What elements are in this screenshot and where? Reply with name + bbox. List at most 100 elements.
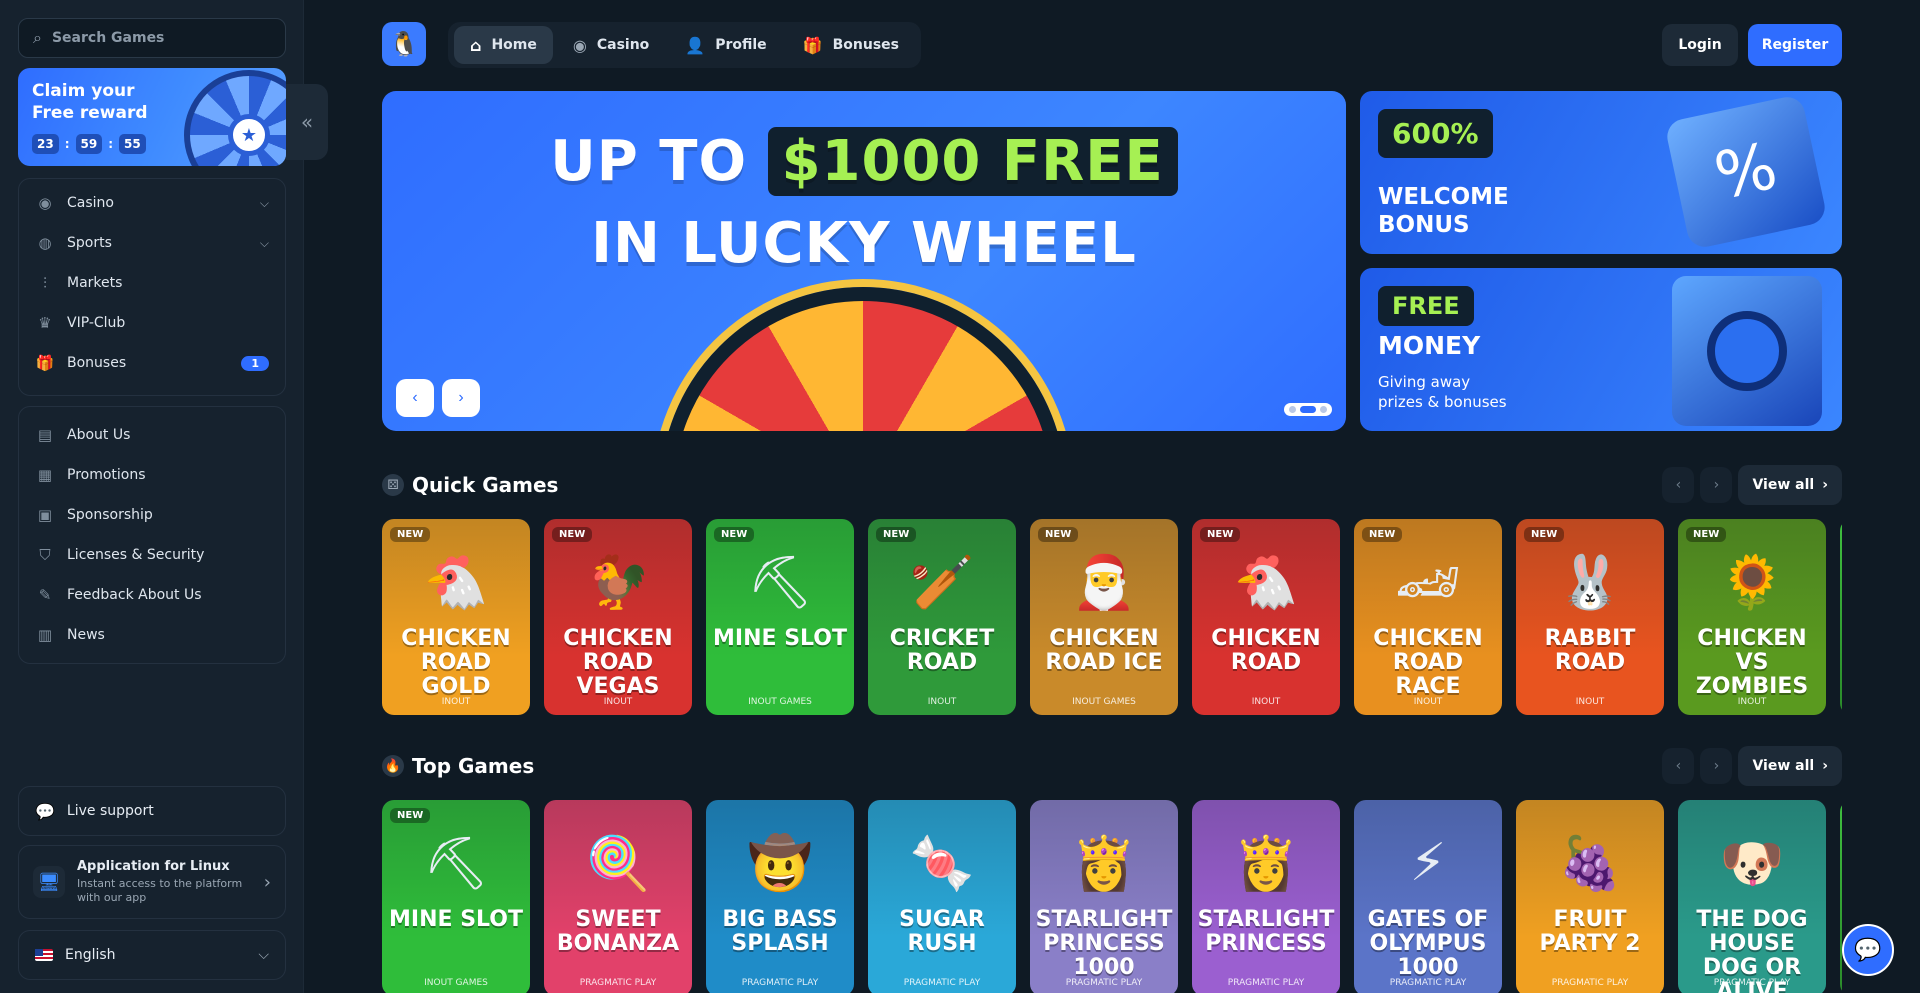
nav-secondary: ▤ About Us ▦ Promotions ▣ Sponsorship ⛉ License… [18, 406, 286, 664]
logo-icon[interactable]: 🐧 [382, 22, 426, 66]
bonuses-icon: 🎁 [802, 35, 823, 55]
nav-primary: ◉ Casino ⌵ ◍ Sports ⌵ ⫶ Markets ♛ VIP-Club 🎁 Bonuse… [18, 178, 286, 396]
game-card[interactable]: 👸 STARLIGHT PRINCESS 1000 PRAGMATIC PLAY [1030, 800, 1178, 993]
game-card[interactable]: NEW 🐔 CHICKEN ROAD GOLD INOUT [382, 519, 530, 715]
claim-reward-banner[interactable]: Claim your Free reward 23 : 59 : 55 ★ [18, 68, 286, 166]
quick-games-view-all[interactable]: View all › [1738, 465, 1842, 505]
tab-bonuses[interactable]: 🎁 Bonuses [787, 26, 915, 64]
game-card[interactable]: NEW 🏏 CRICKET ROAD INOUT [868, 519, 1016, 715]
sidebar-item-label: Casino [67, 195, 114, 211]
sidebar-item-bonuses[interactable]: 🎁 Bonuses 1 [19, 343, 285, 383]
hero-banner[interactable]: UP TO $1000 FREE IN LUCKY WHEEL ‹ › [382, 91, 1346, 431]
safe-icon [1672, 276, 1822, 426]
search-box[interactable]: ⌕ [18, 18, 286, 58]
reward-title: Claim your Free reward [32, 81, 148, 123]
top-games-row: NEW ⛏ MINE SLOT INOUT GAMES 🍭 SWEET BONANZA PR… [382, 800, 1842, 993]
game-card-partial[interactable] [1840, 800, 1842, 993]
sidebar-item-sponsorship[interactable]: ▣ Sponsorship [19, 495, 285, 535]
game-title: MINE SLOT [389, 907, 523, 932]
hero-headline-line2: IN LUCKY WHEEL [591, 211, 1137, 276]
quick-games-prev-button[interactable]: ‹ [1662, 467, 1695, 503]
game-title: CRICKET ROAD [889, 626, 995, 675]
quick-games-next-button[interactable]: › [1700, 467, 1733, 503]
casino-chip-icon: ◉ [38, 194, 52, 212]
game-card[interactable]: 🤠 BIG BASS SPLASH PRAGMATIC PLAY [706, 800, 854, 993]
monitor-icon: 🖥 [33, 866, 65, 898]
game-title: CHICKEN ROAD ICE [1045, 626, 1163, 675]
gift-icon: 🎁 [35, 354, 55, 372]
carousel-dot[interactable] [1320, 406, 1327, 413]
game-title: SUGAR RUSH [899, 907, 985, 956]
carousel-dot[interactable] [1289, 406, 1296, 413]
sidebar-item-news[interactable]: ▥ News [19, 615, 285, 655]
app-subtitle: Instant access to the platform with our … [77, 877, 243, 904]
carousel-dot-active[interactable] [1300, 406, 1316, 413]
chat-widget-button[interactable]: 💬 [1842, 924, 1894, 976]
language-selector[interactable]: English ⌵ [18, 930, 286, 980]
tab-home[interactable]: ⌂ Home [454, 26, 553, 64]
tab-label: Casino [596, 37, 650, 53]
view-all-label: View all [1752, 477, 1815, 493]
top-games-view-all[interactable]: View all › [1738, 746, 1842, 786]
collapse-sidebar-button[interactable]: « [286, 84, 328, 160]
game-card[interactable]: NEW 🐔 CHICKEN ROAD INOUT [1192, 519, 1340, 715]
linux-app-banner[interactable]: 🖥 Application for Linux Instant access t… [18, 845, 286, 919]
game-provider: INOUT GAMES [424, 978, 488, 988]
game-provider: PRAGMATIC PLAY [741, 978, 819, 988]
live-support-button[interactable]: 💬 Live support [18, 786, 286, 836]
sidebar-item-label: About Us [67, 427, 131, 443]
sidebar-item-label: VIP-Club [67, 315, 126, 331]
game-art-icon: 🏏 [909, 552, 975, 613]
game-card[interactable]: ⚡ GATES OF OLYMPUS 1000 PRAGMATIC PLAY [1354, 800, 1502, 993]
quick-games-row: NEW 🐔 CHICKEN ROAD GOLD INOUT NEW 🐓 CHICKEN RO… [382, 519, 1842, 715]
top-games-header: 🔥 Top Games ‹ › View all › [382, 746, 1842, 786]
game-card[interactable]: 🍬 SUGAR RUSH PRAGMATIC PLAY [868, 800, 1016, 993]
sidebar-item-casino[interactable]: ◉ Casino ⌵ [19, 183, 285, 223]
game-art-icon: 🎅 [1071, 552, 1137, 613]
sidebar-item-feedback-about-us[interactable]: ✎ Feedback About Us [19, 575, 285, 615]
game-card[interactable]: NEW ⛏ MINE SLOT INOUT GAMES [706, 519, 854, 715]
game-art-icon: 🐓 [585, 552, 651, 613]
game-card[interactable]: NEW 🏎 CHICKEN ROAD RACE INOUT [1354, 519, 1502, 715]
welcome-bonus-card[interactable]: 600% WELCOME BONUS % [1360, 91, 1842, 254]
sidebar-item-vip-club[interactable]: ♛ VIP-Club [19, 303, 285, 343]
game-card[interactable]: NEW 🌻 CHICKEN VS ZOMBIES INOUT [1678, 519, 1826, 715]
hero-next-button[interactable]: › [442, 379, 480, 417]
game-card[interactable]: 🍇 FRUIT PARTY 2 PRAGMATIC PLAY [1516, 800, 1664, 993]
chevron-down-icon: ⌵ [259, 195, 269, 210]
game-card[interactable]: NEW 🐓 CHICKEN ROAD VEGAS INOUT [544, 519, 692, 715]
promotions-icon: ▦ [37, 466, 53, 484]
game-card[interactable]: NEW 🎅 CHICKEN ROAD ICE INOUT GAMES [1030, 519, 1178, 715]
free-money-card[interactable]: FREE MONEY Giving away prizes & bonuses [1360, 268, 1842, 431]
register-button[interactable]: Register [1748, 24, 1842, 66]
game-title: CHICKEN ROAD [1211, 626, 1321, 675]
game-card[interactable]: NEW 🐰 RABBIT ROAD INOUT [1516, 519, 1664, 715]
tab-casino[interactable]: ◉ Casino [557, 26, 665, 64]
game-art-icon: 🐔 [1233, 552, 1299, 613]
game-title: RABBIT ROAD [1544, 626, 1636, 675]
game-card[interactable]: 👸 STARLIGHT PRINCESS PRAGMATIC PLAY [1192, 800, 1340, 993]
chat-icon: 💬 [35, 801, 55, 821]
star-icon: ★ [228, 114, 270, 156]
top-games-prev-button[interactable]: ‹ [1662, 748, 1695, 784]
game-provider: PRAGMATIC PLAY [579, 978, 657, 988]
globe-icon: ◍ [38, 234, 52, 252]
sidebar-item-label: Promotions [67, 467, 146, 483]
tab-profile[interactable]: 👤 Profile [669, 26, 782, 64]
game-card[interactable]: 🍭 SWEET BONANZA PRAGMATIC PLAY [544, 800, 692, 993]
game-card[interactable]: 🐶 THE DOG HOUSE DOG OR ALIVE PRAGMATIC PLA… [1678, 800, 1826, 993]
sidebar-item-licenses-security[interactable]: ⛉ Licenses & Security [19, 535, 285, 575]
bonus-title: BONUS [1378, 212, 1470, 238]
top-games-next-button[interactable]: › [1700, 748, 1733, 784]
game-card[interactable]: NEW ⛏ MINE SLOT INOUT GAMES [382, 800, 530, 993]
search-input[interactable] [51, 30, 252, 46]
sidebar-item-label: Sponsorship [67, 507, 153, 523]
login-button[interactable]: Login [1662, 24, 1738, 66]
game-card-partial[interactable] [1840, 519, 1842, 715]
sidebar-item-sports[interactable]: ◍ Sports ⌵ [19, 223, 285, 263]
sidebar-item-markets[interactable]: ⫶ Markets [19, 263, 285, 303]
game-provider: INOUT GAMES [1072, 697, 1136, 707]
sidebar-item-about-us[interactable]: ▤ About Us [19, 415, 285, 455]
hero-prev-button[interactable]: ‹ [396, 379, 434, 417]
sidebar-item-promotions[interactable]: ▦ Promotions [19, 455, 285, 495]
